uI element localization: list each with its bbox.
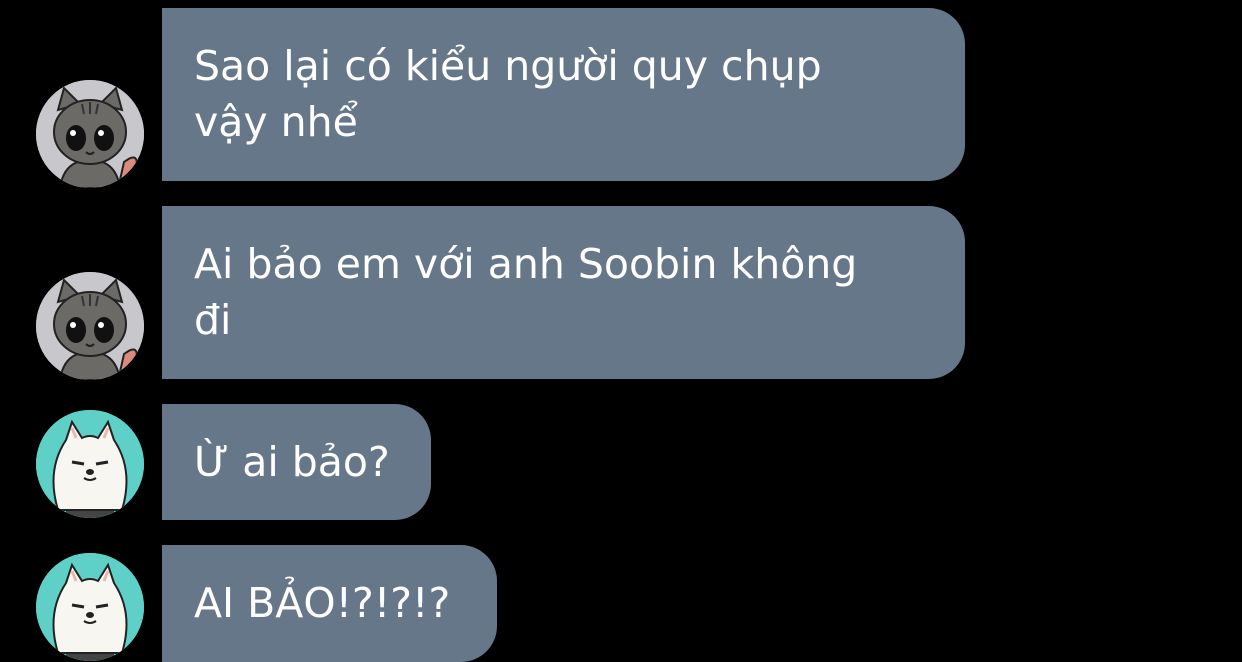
message-text: AI BẢO!?!?!? [194, 579, 451, 627]
message-text: Sao lại có kiểu người quy chụp [194, 42, 822, 90]
dog-icon [36, 553, 144, 661]
cat-icon [36, 272, 144, 380]
message-bubble[interactable]: AI BẢO!?!?!? [162, 545, 497, 662]
message-row: Sao lại có kiểu người quy chụp vậy nhể [0, 8, 1242, 188]
message-text: Ừ ai bảo? [194, 438, 390, 486]
message-bubble[interactable]: Sao lại có kiểu người quy chụp vậy nhể [162, 8, 965, 181]
message-text: đi [194, 296, 232, 344]
message-text: vậy nhể [194, 98, 358, 146]
white-dog-avatar[interactable] [36, 410, 144, 518]
message-row: Ừ ai bảo? [0, 404, 1242, 520]
message-bubble[interactable]: Ừ ai bảo? [162, 404, 431, 520]
cat-icon [36, 80, 144, 188]
message-row: AI BẢO!?!?!? [0, 545, 1242, 662]
message-bubble[interactable]: Ai bảo em với anh Soobin không đi [162, 206, 965, 379]
gray-cat-avatar[interactable] [36, 272, 144, 380]
dog-icon [36, 410, 144, 518]
white-dog-avatar[interactable] [36, 553, 144, 661]
message-text: Ai bảo em với anh Soobin không [194, 240, 858, 288]
chat-thread: Sao lại có kiểu người quy chụp vậy nhể A… [0, 0, 1242, 662]
message-row: Ai bảo em với anh Soobin không đi [0, 206, 1242, 380]
gray-cat-avatar[interactable] [36, 80, 144, 188]
